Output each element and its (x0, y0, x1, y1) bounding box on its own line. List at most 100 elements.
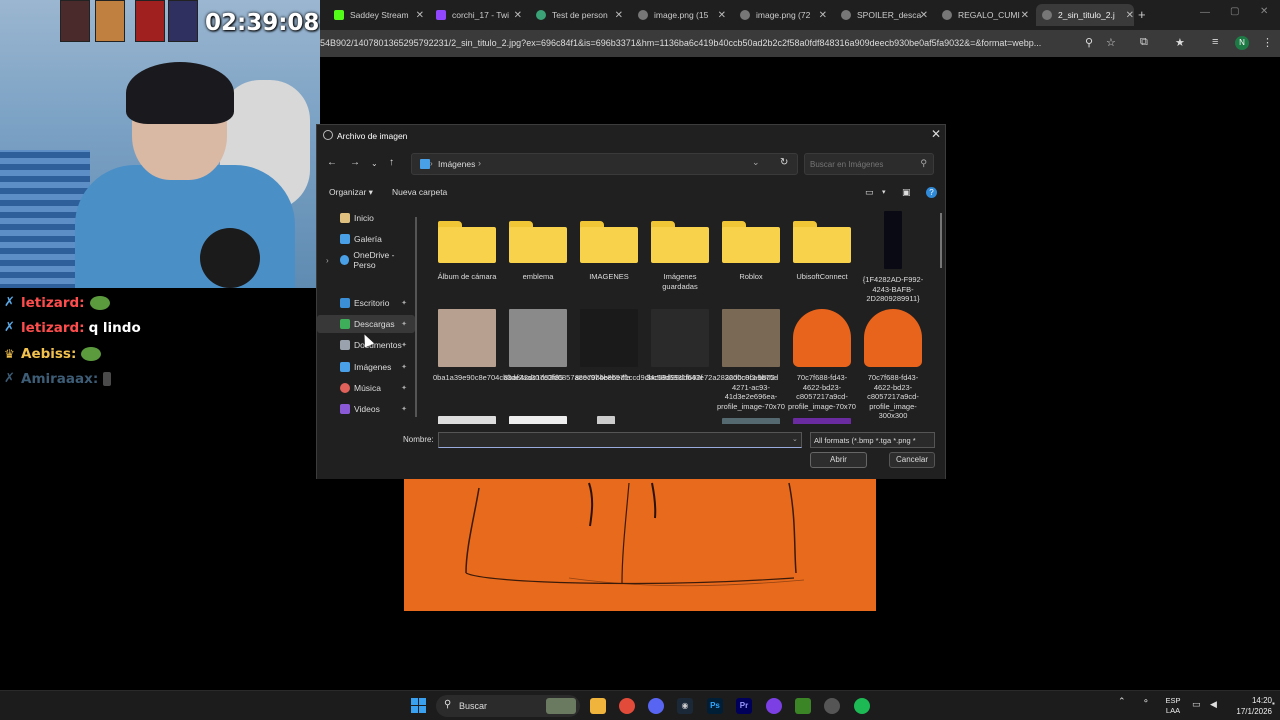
tray-overflow-chevron-icon[interactable]: ⌃ (1118, 696, 1126, 706)
nav-item-galeria[interactable]: Galería (317, 230, 415, 248)
notifications-icon[interactable]: ▪ (1272, 699, 1275, 708)
image-file-item[interactable]: 70c7f688-fd43-4622-bd23-c8057217a9cd-pro… (788, 309, 856, 411)
image-file-item[interactable]: 70c7f688-fd43-4622-bd23-c8057217a9cd-pro… (859, 309, 927, 421)
close-tab-icon[interactable]: ✕ (416, 10, 424, 21)
browser-tab[interactable]: Test de person ✕ (530, 4, 623, 26)
address-breadcrumb[interactable]: › Imágenes › ⌄ (411, 153, 798, 175)
nav-item-descargas[interactable]: Descargas ✦ (317, 315, 415, 333)
microphone-icon[interactable]: ⚬ (1142, 696, 1150, 706)
cancel-button[interactable]: Cancelar (889, 452, 935, 468)
nav-item-onedrive[interactable]: › OneDrive - Perso (317, 250, 415, 270)
nav-item-imagenes[interactable]: Imágenes ✦ (317, 358, 415, 376)
bookmark-star-icon[interactable]: ★ (1175, 36, 1185, 49)
new-tab-icon[interactable]: + (1138, 7, 1146, 22)
discord-icon[interactable] (648, 698, 664, 714)
refresh-icon[interactable]: ↻ (780, 157, 788, 168)
network-icon[interactable]: ▭ (1192, 699, 1201, 710)
search-icon[interactable]: ⚲ (1085, 36, 1093, 49)
organize-menu-button[interactable]: Organizar ▾ (329, 187, 373, 198)
url-field[interactable]: 54B902/1407801365295792231/2_sin_titulo_… (320, 38, 1078, 48)
browser-tab[interactable]: SPOILER_desca ✕ (835, 4, 928, 26)
obs-icon[interactable] (824, 698, 840, 714)
extensions-icon[interactable]: ⧉ (1140, 36, 1148, 49)
close-tab-icon[interactable]: ✕ (615, 10, 623, 21)
close-tab-icon[interactable]: ✕ (1021, 10, 1029, 21)
help-icon[interactable]: ? (926, 187, 937, 198)
search-input[interactable] (810, 155, 910, 174)
close-tab-icon[interactable]: ✕ (718, 10, 726, 21)
taskbar-clock[interactable]: 14:20 17/1/2026 (1222, 695, 1272, 717)
profile-avatar[interactable]: N (1235, 36, 1249, 50)
app-icon[interactable] (766, 698, 782, 714)
image-file-item[interactable]: 34c68d99ddb43e72a28220bc8ca9b75d (646, 309, 778, 383)
minecraft-icon[interactable] (795, 698, 811, 714)
browser-tab[interactable]: image.png (72 ✕ (734, 4, 827, 26)
steam-icon[interactable]: ◉ (677, 698, 693, 714)
open-button[interactable]: Abrir (810, 452, 867, 468)
file-list-scrollbar[interactable] (940, 213, 942, 268)
close-tab-icon[interactable]: ✕ (1126, 10, 1134, 21)
image-thumbnail[interactable] (722, 418, 780, 424)
browser-tab[interactable]: Saddey Stream ✕ (328, 4, 424, 26)
close-tab-icon[interactable]: ✕ (514, 10, 522, 21)
nav-scrollbar[interactable] (415, 217, 417, 417)
image-file-item[interactable]: 0ba1a39e90c8e704cb3de42dc1d93f85 (433, 309, 563, 383)
chrome-icon[interactable] (619, 698, 635, 714)
taskbar-search[interactable]: ⚲ Buscar (436, 695, 580, 717)
browser-tab[interactable]: image.png (15 ✕ (632, 4, 726, 26)
folder-item[interactable]: UbisoftConnect (788, 217, 856, 282)
back-arrow-icon[interactable]: ← (327, 157, 337, 168)
language-indicator[interactable]: ESP LAA (1163, 696, 1183, 716)
nav-item-videos[interactable]: Videos ✦ (317, 400, 415, 418)
nav-item-escritorio[interactable]: Escritorio ✦ (317, 294, 415, 312)
nav-item-musica[interactable]: Música ✦ (317, 379, 415, 397)
folder-item[interactable]: Imágenes guardadas (646, 217, 714, 291)
folder-item[interactable]: IMAGENES (575, 217, 643, 282)
search-field[interactable]: ⚲ (804, 153, 934, 175)
image-file-item[interactable]: 8baf2aa307c0fd6857a89c974e8b97fe (504, 309, 630, 383)
folder-item[interactable]: Roblox (717, 217, 785, 282)
photoshop-icon[interactable]: Ps (707, 698, 723, 714)
filetype-select[interactable]: All formats (*.bmp *.tga *.png * (810, 432, 935, 448)
close-tab-icon[interactable]: ✕ (819, 10, 827, 21)
webcam-poster (135, 0, 165, 42)
up-arrow-icon[interactable]: ↑ (389, 157, 394, 168)
file-explorer-icon[interactable] (590, 698, 606, 714)
browser-tab-active[interactable]: 2_sin_titulo_2.j ✕ (1036, 4, 1134, 26)
filename-input[interactable] (438, 432, 802, 448)
maximize-icon[interactable]: ▢ (1230, 6, 1239, 17)
browser-tab[interactable]: REGALO_CUMI ✕ (936, 4, 1029, 26)
breadcrumb-item[interactable]: Imágenes (438, 159, 475, 169)
close-icon[interactable]: ✕ (931, 127, 941, 141)
folder-item[interactable]: emblema (504, 217, 572, 282)
windows-start-icon[interactable] (411, 698, 427, 714)
menu-kebab-icon[interactable]: ⋮ (1262, 36, 1273, 49)
view-icon[interactable]: ▭ (865, 187, 874, 198)
image-thumbnail[interactable] (793, 418, 851, 424)
new-folder-button[interactable]: Nueva carpeta (392, 187, 447, 197)
volume-icon[interactable]: ◀ (1210, 699, 1217, 710)
folder-item[interactable]: Álbum de cámara (433, 217, 501, 282)
premiere-icon[interactable]: Pr (736, 698, 752, 714)
spotify-icon[interactable] (854, 698, 870, 714)
file-item[interactable]: {1F4282AD-F992-4243-BAFB-2D2809289911} (859, 211, 927, 304)
close-tab-icon[interactable]: ✕ (920, 10, 928, 21)
image-thumbnail[interactable] (438, 416, 496, 424)
nav-item-inicio[interactable]: Inicio (317, 209, 415, 227)
image-file-item[interactable]: 36d0c0f3-b802-4271-ac93-41d3e2e696ea-pro… (717, 309, 785, 411)
minimize-icon[interactable]: — (1200, 7, 1210, 18)
expand-chevron-icon[interactable]: › (326, 256, 329, 265)
image-thumbnail[interactable] (597, 416, 615, 424)
chevron-down-icon[interactable]: ⌄ (752, 157, 760, 168)
image-thumbnail[interactable] (509, 416, 567, 424)
forward-arrow-icon[interactable]: → (350, 157, 360, 168)
browser-tab[interactable]: corchi_17 - Twi ✕ (430, 4, 522, 26)
recent-locations-chevron-icon[interactable]: ⌄ (371, 159, 378, 168)
filename-chevron-down-icon[interactable]: ⌄ (792, 435, 798, 443)
preview-pane-icon[interactable]: ▣ (902, 187, 911, 198)
view-chevron-down-icon[interactable]: ▾ (882, 188, 886, 196)
image-file-item[interactable]: 8ce70bbbe6ed1ccd9dbc58d6931f692f (575, 309, 703, 383)
reading-list-icon[interactable]: ≡ (1212, 36, 1218, 48)
star-outline-icon[interactable]: ☆ (1106, 36, 1116, 49)
window-close-icon[interactable]: ✕ (1260, 6, 1268, 17)
